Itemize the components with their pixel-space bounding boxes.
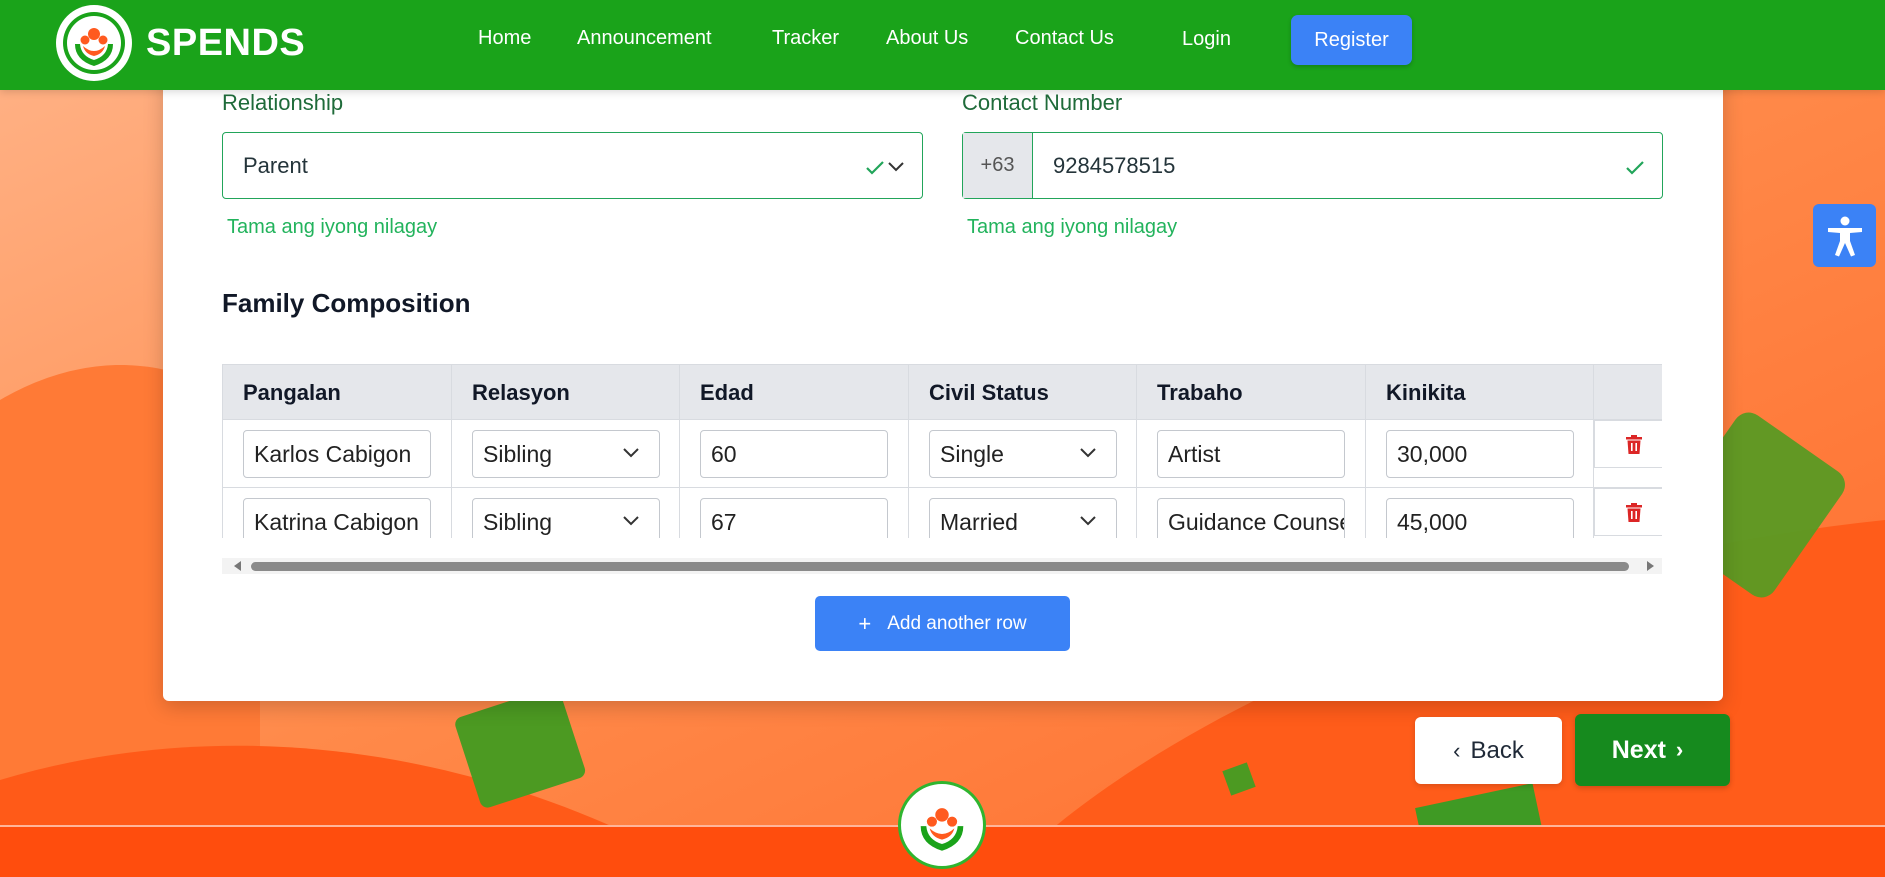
chevron-down-icon <box>1080 448 1096 458</box>
table-row: Karlos Cabigon Sibling 60 Single Artist … <box>223 420 1662 488</box>
nav-links: Home Announcement Tracker About Us Conta… <box>0 0 1885 80</box>
relationship-valid-message: Tama ang iyong nilagay <box>227 216 438 238</box>
chevron-down-icon <box>623 448 639 458</box>
scrollbar-thumb[interactable] <box>251 562 1629 571</box>
next-button[interactable]: Next › <box>1575 714 1730 786</box>
country-code-prefix: +63 <box>963 133 1033 198</box>
chevron-down-icon <box>623 516 639 526</box>
nav-tracker[interactable]: Tracker <box>772 27 839 50</box>
name-input[interactable]: Karlos Cabigon <box>243 430 431 478</box>
relation-select[interactable]: Sibling <box>472 430 660 478</box>
income-input[interactable]: 30,000 <box>1386 430 1574 478</box>
nav-login[interactable]: Login <box>1182 28 1231 51</box>
column-header-edad: Edad <box>680 365 909 421</box>
check-icon <box>866 161 884 175</box>
name-input[interactable]: Katrina Cabigon <box>243 498 431 538</box>
accessibility-icon <box>1827 216 1862 256</box>
relationship-label: Relationship <box>222 90 344 115</box>
contact-number-label: Contact Number <box>962 90 1123 115</box>
nav-contact-us[interactable]: Contact Us <box>1015 27 1114 50</box>
add-row-label: Add another row <box>887 612 1027 634</box>
column-header-pangalan: Pangalan <box>223 365 452 421</box>
civil-status-select[interactable]: Married <box>929 498 1117 538</box>
delete-row-button[interactable] <box>1594 420 1662 468</box>
contact-valid-message: Tama ang iyong nilagay <box>967 216 1178 238</box>
scroll-right-icon[interactable] <box>1647 561 1654 571</box>
family-composition-title: Family Composition <box>222 288 471 318</box>
next-label: Next <box>1611 735 1666 764</box>
back-button[interactable]: ‹ Back <box>1415 717 1562 784</box>
contact-number-value: 9284578515 <box>1053 152 1176 178</box>
back-label: Back <box>1470 736 1524 764</box>
job-input[interactable]: Artist <box>1157 430 1345 478</box>
top-navbar: SPENDS Home Announcement Tracker About U… <box>0 0 1885 90</box>
relation-value: Sibling <box>483 440 553 467</box>
column-header-trabaho: Trabaho <box>1137 365 1366 421</box>
chevron-down-icon <box>888 162 904 172</box>
accessibility-button[interactable] <box>1813 204 1876 267</box>
relationship-value: Parent <box>243 152 308 178</box>
age-input[interactable]: 60 <box>700 430 888 478</box>
chevron-left-icon: ‹ <box>1453 737 1461 763</box>
civil-status-select[interactable]: Single <box>929 430 1117 478</box>
trash-icon <box>1626 502 1642 522</box>
register-button[interactable]: Register <box>1291 15 1412 65</box>
plus-icon: + <box>858 610 872 636</box>
job-input[interactable]: Guidance Counselor <box>1157 498 1345 538</box>
nav-announcement[interactable]: Announcement <box>577 27 712 50</box>
nav-home[interactable]: Home <box>478 27 531 50</box>
nav-about-us[interactable]: About Us <box>886 27 968 50</box>
table-horizontal-scrollbar[interactable] <box>222 558 1662 574</box>
trash-icon <box>1626 434 1642 454</box>
relation-select[interactable]: Sibling <box>472 498 660 538</box>
contact-number-field[interactable]: +63 9284578515 <box>962 132 1663 199</box>
relation-value: Sibling <box>483 508 553 535</box>
civil-status-value: Married <box>940 508 1018 535</box>
form-card: Relationship Parent Tama ang iyong nilag… <box>163 60 1723 701</box>
family-table: Pangalan Relasyon Edad Civil Status Trab… <box>222 364 1662 538</box>
scroll-left-icon[interactable] <box>234 561 241 571</box>
chevron-right-icon: › <box>1675 737 1684 762</box>
civil-status-value: Single <box>940 440 1004 467</box>
age-input[interactable]: 67 <box>700 498 888 538</box>
column-header-relasyon: Relasyon <box>452 365 680 421</box>
income-input[interactable]: 45,000 <box>1386 498 1574 538</box>
table-header: Pangalan Relasyon Edad Civil Status Trab… <box>223 364 1662 421</box>
footer-logo-icon <box>898 781 986 869</box>
table-row: Katrina Cabigon Sibling 67 Married Guida… <box>223 488 1662 538</box>
check-icon <box>1626 161 1644 175</box>
add-another-row-button[interactable]: + Add another row <box>815 596 1070 651</box>
column-header-actions <box>1594 365 1662 421</box>
relationship-select[interactable]: Parent <box>222 132 923 199</box>
delete-row-button[interactable] <box>1594 488 1662 536</box>
column-header-kinikita: Kinikita <box>1366 365 1594 421</box>
column-header-civil-status: Civil Status <box>909 365 1137 421</box>
chevron-down-icon <box>1080 516 1096 526</box>
